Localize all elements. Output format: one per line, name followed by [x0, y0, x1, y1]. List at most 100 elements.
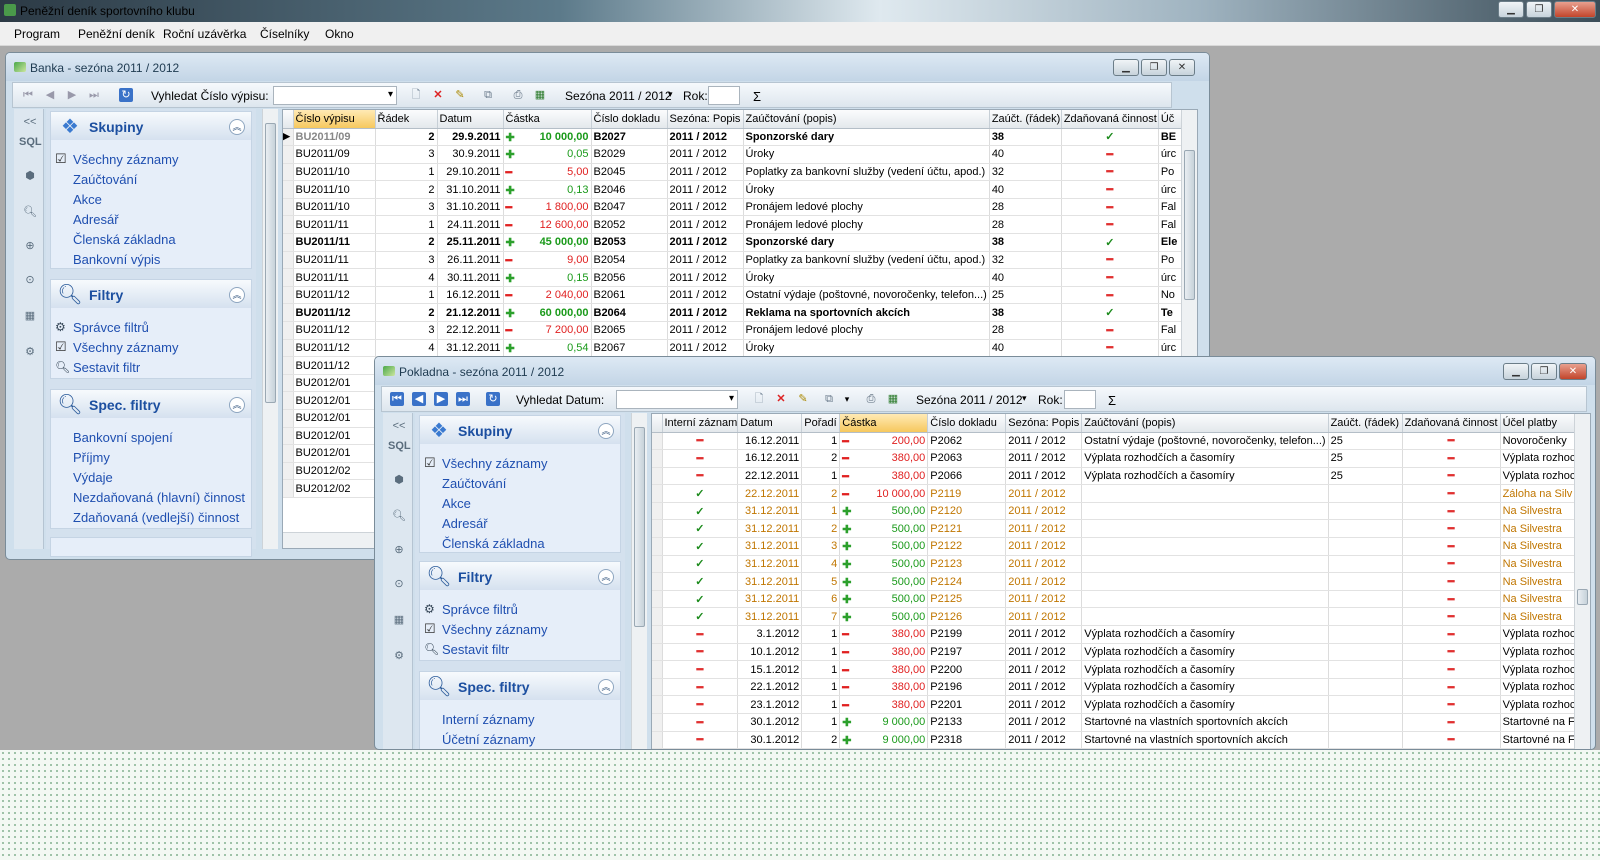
spec-filter-icon[interactable]: ⊙ — [19, 269, 41, 291]
column-header[interactable]: Číslo dokladu — [927, 414, 1007, 433]
prev-record-icon[interactable]: ◀ — [412, 392, 426, 406]
sql-icon[interactable]: SQL — [19, 131, 42, 153]
spec-item-nezdanovana[interactable]: Nezdaňovaná (hlavní) činnost — [73, 490, 245, 505]
table-row[interactable]: ✓ 31.12.2011 3 ✚ 500,00 P2122 2011 / 2012 ━ Na S… — [652, 537, 1581, 556]
table-row[interactable]: ✓ 31.12.2011 1 ✚ 500,00 P2120 2011 / 2012 ━ Na S… — [652, 502, 1581, 521]
filter-item-spravce[interactable]: Správce filtrů — [55, 320, 149, 335]
pokladna-close-button[interactable]: ✕ — [1559, 363, 1587, 380]
pokladna-grid-scrollbar[interactable] — [1574, 414, 1590, 749]
table-row[interactable]: ━ 30.1.2012 2 ✚ 9 000,00 P2318 2011 / 2012 Star… — [652, 731, 1581, 749]
delete-icon[interactable]: ✕ — [774, 392, 788, 406]
table-row[interactable]: BU2011/11 4 30.11.2011 ✚ 0,15 B2056 2011 / 201… — [283, 268, 1189, 287]
spec-filtry-header[interactable]: 🔍︎ Spec. filtry ︽ — [51, 390, 251, 418]
filter-item-sestavit[interactable]: Sestavit filtr — [55, 360, 140, 375]
first-record-icon[interactable]: ⏮ — [390, 392, 404, 406]
export-excel-icon[interactable]: ▦ — [533, 88, 547, 102]
edit-icon[interactable]: ✎ — [796, 392, 810, 406]
season-select[interactable]: Sezóna 2011 / 2012 — [916, 393, 1023, 407]
table-row[interactable]: BU2011/12 1 16.12.2011 ━ 2 040,00 B2061 2011 /… — [283, 286, 1189, 305]
collapse-chevron-icon[interactable]: ︽ — [598, 423, 614, 439]
table-row[interactable]: ✓ 31.12.2011 4 ✚ 500,00 P2123 2011 / 2012 ━ Na S… — [652, 555, 1581, 574]
spec-item-vydaje[interactable]: Výdaje — [73, 470, 113, 485]
table-row[interactable]: ━ 22.1.2012 1 ━ 380,00 P2196 2011 / 2012 Výplat… — [652, 678, 1581, 697]
next-record-icon[interactable]: ▶ — [65, 88, 79, 102]
refresh-icon[interactable]: ↻ — [119, 88, 133, 102]
collapse-icon[interactable]: << — [19, 111, 41, 133]
collapse-chevron-icon[interactable]: ︽ — [598, 569, 614, 585]
menu-program[interactable]: Program — [14, 27, 60, 41]
column-header[interactable]: Zaúčtování (popis) — [1081, 414, 1329, 433]
column-header[interactable]: Zaúčtování (popis) — [743, 110, 990, 129]
sum-icon[interactable]: Σ — [753, 89, 761, 104]
group-item-akce[interactable]: Akce — [73, 192, 102, 207]
zoom-icon[interactable]: ⊕ — [388, 539, 410, 561]
collapse-chevron-icon[interactable]: ︽ — [229, 119, 245, 135]
column-header[interactable]: Částka — [503, 110, 592, 129]
copy-icon[interactable]: ⧉ — [481, 88, 495, 102]
filter-item-sestavit[interactable]: Sestavit filtr — [424, 642, 509, 657]
column-header[interactable]: Účel platby — [1500, 414, 1581, 433]
table-row[interactable]: ━ 23.1.2012 1 ━ 380,00 P2201 2011 / 2012 Výplat… — [652, 695, 1581, 714]
copy-icon[interactable]: ⧉ — [822, 392, 836, 406]
group-item-bankovni-vypis[interactable]: Bankovní výpis — [73, 252, 160, 267]
table-row[interactable]: ━ 16.12.2011 1 ━ 200,00 P2062 2011 / 2012 Ostat… — [652, 432, 1581, 451]
new-record-icon[interactable]: 🗋 — [409, 88, 423, 102]
group-item-clenska[interactable]: Členská základna — [442, 536, 545, 551]
group-item-akce[interactable]: Akce — [442, 496, 471, 511]
group-item-adresar[interactable]: Adresář — [73, 212, 119, 227]
filter-item-vsechny[interactable]: Všechny záznamy — [424, 621, 547, 637]
group-item-adresar[interactable]: Adresář — [442, 516, 488, 531]
delete-icon[interactable]: ✕ — [431, 88, 445, 102]
table-row[interactable]: BU2011/12 2 21.12.2011 ✚ 60 000,00 B2064 2011 … — [283, 303, 1189, 323]
table-row[interactable]: ━ 15.1.2012 1 ━ 380,00 P2200 2011 / 2012 Výplat… — [652, 660, 1581, 679]
collapse-chevron-icon[interactable]: ︽ — [598, 679, 614, 695]
banka-panel-scrollbar[interactable] — [262, 109, 278, 549]
filter-icon[interactable]: 🔍︎ — [388, 505, 410, 527]
print-preview-icon[interactable]: ⎙ — [864, 392, 878, 406]
last-record-icon[interactable]: ⏭ — [87, 88, 101, 102]
export-excel-icon[interactable]: ▦ — [886, 392, 900, 406]
spec-item-zdanovana[interactable]: Zdaňovaná (vedlejší) činnost — [73, 510, 239, 525]
table-row[interactable]: ✓ 22.12.2011 2 ━ 10 000,00 P2119 2011 / 2012 ━ Z… — [652, 484, 1581, 503]
group-item-zauctovani[interactable]: Zaúčtování — [442, 476, 506, 491]
group-item-vsechny[interactable]: Všechny záznamy — [424, 455, 547, 471]
filter-item-vsechny[interactable]: Všechny záznamy — [55, 339, 178, 355]
menu-okno[interactable]: Okno — [325, 27, 354, 41]
table-row[interactable]: ▶ BU2011/09 2 29.9.2011 ✚ 10 000,00 B2027 2011 … — [283, 128, 1189, 147]
app-minimize-button[interactable]: ▁ — [1498, 1, 1524, 18]
table-row[interactable]: BU2011/09 3 30.9.2011 ✚ 0,05 B2029 2011 / 2012… — [283, 145, 1189, 164]
table-row[interactable]: BU2011/10 2 31.10.2011 ✚ 0,13 B2046 2011 / 201… — [283, 180, 1189, 199]
spec-filter-icon[interactable]: ⊙ — [388, 573, 410, 595]
banka-grid-hscrollbar[interactable] — [283, 532, 383, 548]
year-input[interactable] — [1064, 390, 1096, 409]
pokladna-minimize-button[interactable]: ▁ — [1503, 363, 1529, 380]
table-row[interactable]: ✓ 31.12.2011 5 ✚ 500,00 P2124 2011 / 2012 ━ Na S… — [652, 572, 1581, 591]
column-header[interactable]: Zdaňovaná činnost — [1061, 110, 1159, 129]
skupiny-header[interactable]: ❖ Skupiny ︽ — [51, 112, 251, 140]
copy-dropdown-icon[interactable]: ▾ — [840, 392, 854, 406]
table-icon[interactable]: ▦ — [388, 609, 410, 631]
menu-ciselniky[interactable]: Číselníky — [260, 27, 309, 41]
collapse-icon[interactable]: << — [388, 415, 410, 437]
next-record-icon[interactable]: ▶ — [434, 392, 448, 406]
table-row[interactable]: ━ 30.1.2012 1 ✚ 9 000,00 P2133 2011 / 2012 Star… — [652, 713, 1581, 732]
table-row[interactable]: BU2011/10 3 31.10.2011 ━ 1 800,00 B2047 2011 /… — [283, 198, 1189, 217]
table-row[interactable]: ━ 10.1.2012 1 ━ 380,00 P2197 2011 / 2012 Výplat… — [652, 643, 1581, 662]
first-record-icon[interactable]: ⏮ — [21, 88, 35, 102]
app-maximize-button[interactable]: ❐ — [1526, 1, 1552, 18]
table-row[interactable]: BU2011/11 2 25.11.2011 ✚ 45 000,00 B2053 2011 … — [283, 233, 1189, 252]
column-header[interactable]: Zaúčt. (řádek) — [989, 110, 1062, 129]
table-row[interactable]: BU2011/12 3 22.12.2011 ━ 7 200,00 B2065 2011 /… — [283, 321, 1189, 340]
collapse-chevron-icon[interactable]: ︽ — [229, 397, 245, 413]
table-row[interactable]: ━ 16.12.2011 2 ━ 380,00 P2063 2011 / 2012 Výpla… — [652, 449, 1581, 468]
new-record-icon[interactable]: 🗋 — [752, 392, 766, 406]
filtry-header[interactable]: 🔍︎ Filtry ︽ — [51, 280, 251, 308]
table-row[interactable]: ✓ 31.12.2011 2 ✚ 500,00 P2121 2011 / 2012 ━ Na S… — [652, 519, 1581, 539]
column-header[interactable]: Datum — [437, 110, 504, 129]
table-row[interactable]: ✓ 31.12.2011 6 ✚ 500,00 P2125 2011 / 2012 ━ Na S… — [652, 590, 1581, 609]
sum-icon[interactable]: Σ — [1108, 393, 1116, 408]
spec-item-interni[interactable]: Interní záznamy — [442, 712, 535, 727]
banka-maximize-button[interactable]: ❐ — [1141, 59, 1167, 76]
groups-icon[interactable]: ⬢ — [19, 165, 41, 187]
last-record-icon[interactable]: ⏭ — [456, 392, 470, 406]
